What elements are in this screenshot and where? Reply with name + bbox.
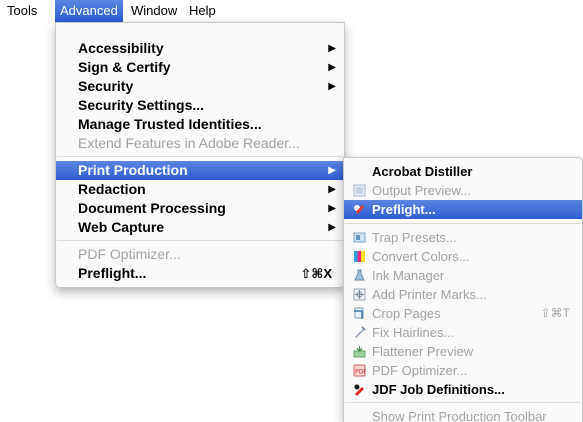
menu-item-web-capture[interactable]: Web Capture ▶ [56, 218, 344, 237]
menubar-advanced[interactable]: Advanced [55, 0, 123, 22]
submenu-item-trap-presets[interactable]: Trap Presets... [344, 228, 582, 247]
advanced-menu: Accessibility ▶ Sign & Certify ▶ Securit… [55, 22, 345, 288]
menubar-window[interactable]: Window [126, 0, 182, 22]
menu-item-label: Manage Trusted Identities... [78, 116, 262, 132]
menu-item-label: Flattener Preview [372, 344, 474, 359]
convert-colors-icon [354, 251, 365, 262]
menu-item-label: Output Preview... [372, 183, 471, 198]
menu-item-label: Preflight... [372, 202, 436, 217]
submenu-item-fix-hairlines[interactable]: Fix Hairlines... [344, 323, 582, 342]
menu-item-sign-certify[interactable]: Sign & Certify ▶ [56, 58, 344, 77]
menu-item-label: Show Print Production Toolbar [372, 409, 547, 422]
menu-item-label: PDF Optimizer... [78, 246, 181, 262]
menu-separator [345, 402, 581, 403]
menu-item-label: Add Printer Marks... [372, 287, 487, 302]
submenu-item-acrobat-distiller[interactable]: Acrobat Distiller [344, 162, 582, 181]
menu-item-label: Acrobat Distiller [372, 164, 473, 179]
menubar-tools[interactable]: Tools [2, 0, 42, 22]
menu-item-label: Sign & Certify [78, 59, 171, 75]
submenu-arrow-icon: ▶ [328, 222, 336, 233]
menu-item-label: Security Settings... [78, 97, 205, 113]
menu-item-redaction[interactable]: Redaction ▶ [56, 180, 344, 199]
preflight-icon [354, 205, 364, 214]
shortcut-label: ⇧⌘X [300, 266, 332, 281]
submenu-arrow-icon: ▶ [328, 165, 336, 176]
trap-presets-icon [353, 232, 366, 243]
menu-item-document-processing[interactable]: Document Processing ▶ [56, 199, 344, 218]
menu-item-label: Web Capture [78, 219, 165, 235]
menu-item-label: Extend Features in Adobe Reader... [78, 135, 300, 151]
menu-bar: Tools Advanced Window Help [0, 0, 583, 22]
flattener-preview-icon [353, 346, 366, 358]
submenu-item-pdf-optimizer[interactable]: PDF PDF Optimizer... [344, 361, 582, 380]
output-preview-icon [353, 184, 366, 197]
svg-text:PDF: PDF [355, 369, 366, 376]
pdf-optimizer-icon: PDF [353, 364, 366, 377]
menu-item-label: Trap Presets... [372, 230, 457, 245]
submenu-item-jdf-job-definitions[interactable]: JDF Job Definitions... [344, 380, 582, 399]
menubar-help[interactable]: Help [184, 0, 221, 22]
menu-item-label: Document Processing [78, 200, 226, 216]
menu-item-pdf-optimizer[interactable]: PDF Optimizer... [56, 245, 344, 264]
submenu-item-crop-pages[interactable]: Crop Pages ⇧⌘T [344, 304, 582, 323]
jdf-icon [354, 384, 364, 396]
submenu-arrow-icon: ▶ [328, 184, 336, 195]
menu-item-label: Preflight... [78, 265, 147, 281]
submenu-arrow-icon: ▶ [328, 81, 336, 92]
shortcut-label: ⇧⌘T [540, 306, 570, 320]
menu-item-manage-trusted-identities[interactable]: Manage Trusted Identities... [56, 115, 344, 134]
ink-manager-icon [354, 269, 365, 281]
menu-separator [57, 156, 343, 157]
menu-separator [345, 223, 581, 224]
menu-item-extend-features[interactable]: Extend Features in Adobe Reader... [56, 134, 344, 153]
fix-hairlines-icon [355, 326, 366, 338]
submenu-item-output-preview[interactable]: Output Preview... [344, 181, 582, 200]
menu-item-preflight[interactable]: Preflight... ⇧⌘X [56, 264, 344, 283]
menu-item-label: JDF Job Definitions... [372, 382, 505, 397]
submenu-item-flattener-preview[interactable]: Flattener Preview [344, 342, 582, 361]
print-production-submenu: Acrobat Distiller Output Preview... Pref… [343, 157, 583, 422]
menu-item-label: Accessibility [78, 40, 164, 56]
submenu-item-add-printer-marks[interactable]: Add Printer Marks... [344, 285, 582, 304]
menu-separator [57, 240, 343, 241]
crop-pages-icon [354, 307, 364, 319]
menu-item-label: Print Production [78, 162, 188, 178]
menu-item-label: PDF Optimizer... [372, 363, 468, 378]
menu-item-security[interactable]: Security ▶ [56, 77, 344, 96]
menu-item-label: Crop Pages [372, 306, 441, 321]
menu-item-label: Fix Hairlines... [372, 325, 455, 340]
submenu-arrow-icon: ▶ [328, 43, 336, 54]
submenu-arrow-icon: ▶ [328, 203, 336, 214]
menu-item-print-production[interactable]: Print Production ▶ [56, 161, 344, 180]
menu-item-label: Ink Manager [372, 268, 445, 283]
menu-item-accessibility[interactable]: Accessibility ▶ [56, 39, 344, 58]
submenu-item-preflight[interactable]: Preflight... [344, 200, 582, 219]
submenu-item-ink-manager[interactable]: Ink Manager [344, 266, 582, 285]
submenu-item-show-toolbar[interactable]: Show Print Production Toolbar [344, 407, 582, 422]
printer-marks-icon [353, 288, 366, 301]
menu-item-security-settings[interactable]: Security Settings... [56, 96, 344, 115]
menu-item-label: Convert Colors... [372, 249, 470, 264]
menu-item-label: Security [78, 78, 134, 94]
menu-item-label: Redaction [78, 181, 146, 197]
submenu-item-convert-colors[interactable]: Convert Colors... [344, 247, 582, 266]
submenu-arrow-icon: ▶ [328, 62, 336, 73]
